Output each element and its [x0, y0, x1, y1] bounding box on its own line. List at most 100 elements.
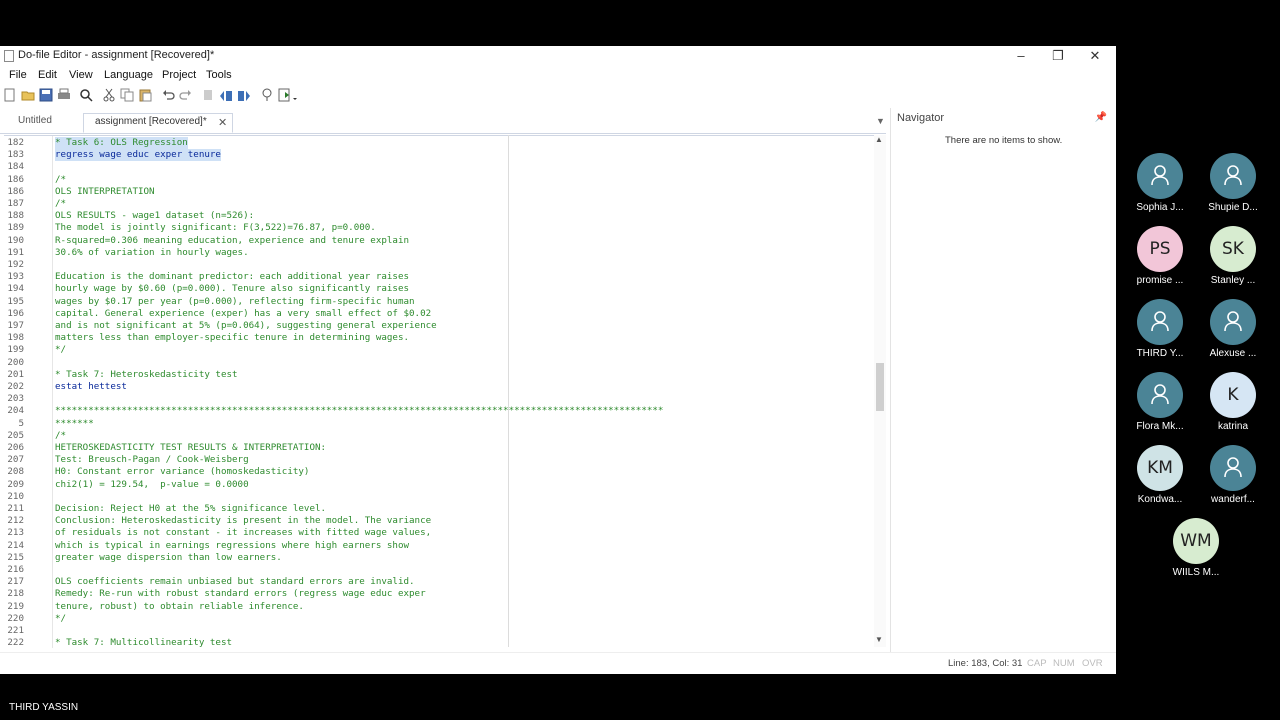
code-line[interactable]: 187 /*: [4, 198, 874, 210]
editor-vertical-scrollbar[interactable]: ▲ ▼: [874, 135, 886, 647]
participant-tile[interactable]: PS promise ...: [1125, 226, 1195, 292]
participant-tile[interactable]: Alexuse ...: [1198, 299, 1268, 365]
menu-project[interactable]: Project: [162, 69, 196, 81]
show-file-in-viewer-icon[interactable]: [260, 88, 276, 104]
code-text: hourly wage by $0.60 (p=0.000). Tenure a…: [55, 283, 410, 295]
cut-icon[interactable]: [102, 88, 118, 104]
code-line[interactable]: 197 and is not significant at 5% (p=0.064…: [4, 320, 874, 332]
paste-icon[interactable]: [138, 88, 154, 104]
code-line[interactable]: 215 greater wage dispersion than low earn…: [4, 552, 874, 564]
code-line[interactable]: 213 of residuals is not constant - it inc…: [4, 527, 874, 539]
copy-icon[interactable]: [120, 88, 136, 104]
code-line[interactable]: 206 HETEROSKEDASTICITY TEST RESULTS & INT…: [4, 442, 874, 454]
participant-tile[interactable]: THIRD Y...: [1125, 299, 1195, 365]
code-line[interactable]: 216: [4, 564, 874, 576]
tabs-dropdown-icon[interactable]: ▼: [876, 116, 885, 126]
menu-tools[interactable]: Tools: [206, 69, 232, 81]
tab-assignment[interactable]: assignment [Recovered]* ✕: [83, 113, 233, 133]
tab-assignment-label: assignment [Recovered]*: [95, 116, 207, 127]
find-icon[interactable]: [79, 88, 95, 104]
code-line[interactable]: 189 The model is jointly significant: F(3…: [4, 222, 874, 234]
code-line[interactable]: 183 regress wage educ exper tenure: [4, 149, 874, 162]
code-line[interactable]: 222 * Task 7: Multicollinearity test: [4, 637, 874, 648]
code-line[interactable]: 214 which is typical in earnings regressi…: [4, 540, 874, 552]
line-number: 206: [7, 442, 24, 453]
code-line[interactable]: 207 Test: Breusch-Pagan / Cook-Weisberg: [4, 454, 874, 466]
code-line[interactable]: 186 OLS INTERPRETATION: [4, 186, 874, 198]
execute-do-icon[interactable]: [278, 88, 297, 104]
code-line[interactable]: 218 Remedy: Re-run with robust standard e…: [4, 588, 874, 600]
minimize-button[interactable]: –: [1003, 46, 1039, 66]
scroll-thumb[interactable]: [876, 363, 884, 411]
participant-tile[interactable]: Shupie D...: [1198, 153, 1268, 219]
participant-tile[interactable]: Flora Mk...: [1125, 372, 1195, 438]
code-line[interactable]: 221: [4, 625, 874, 637]
code-line[interactable]: 186 /*: [4, 174, 874, 186]
code-line[interactable]: 193 Education is the dominant predictor: …: [4, 271, 874, 283]
menu-edit[interactable]: Edit: [38, 69, 57, 81]
undo-icon[interactable]: [161, 88, 177, 104]
code-line[interactable]: 195 wages by $0.17 per year (p=0.000), re…: [4, 296, 874, 308]
code-line[interactable]: 194 hourly wage by $0.60 (p=0.000). Tenur…: [4, 283, 874, 295]
code-line[interactable]: 192: [4, 259, 874, 271]
code-line[interactable]: 209 chi2(1) = 129.54, p-value = 0.0000: [4, 479, 874, 491]
code-line[interactable]: 196 capital. General experience (exper) h…: [4, 308, 874, 320]
code-text: capital. General experience (exper) has …: [55, 307, 432, 319]
restore-button[interactable]: ❐: [1040, 46, 1076, 66]
code-line[interactable]: 205 /*: [4, 430, 874, 442]
code-line[interactable]: 190 R-squared=0.306 meaning education, ex…: [4, 235, 874, 247]
code-line[interactable]: 182 * Task 6: OLS Regression: [4, 137, 874, 149]
new-file-icon[interactable]: [3, 88, 19, 104]
code-line[interactable]: 202 estat hettest: [4, 381, 874, 393]
code-line[interactable]: 217 OLS coefficients remain unbiased but …: [4, 576, 874, 588]
code-line[interactable]: 219 tenure, robust) to obtain reliable in…: [4, 601, 874, 613]
line-number: 202: [7, 381, 24, 392]
code-line[interactable]: 201 * Task 7: Heteroskedasticity test: [4, 369, 874, 381]
code-line[interactable]: 199 */: [4, 344, 874, 356]
toolbar: [0, 86, 1116, 106]
scroll-down-icon[interactable]: ▼: [875, 635, 883, 644]
code-line[interactable]: 188 OLS RESULTS - wage1 dataset (n=526):: [4, 210, 874, 222]
code-text: OLS coefficients remain unbiased but sta…: [55, 576, 415, 588]
code-line[interactable]: 203: [4, 393, 874, 405]
code-line[interactable]: 200: [4, 357, 874, 369]
code-line[interactable]: 208 H0: Constant error variance (homosked…: [4, 466, 874, 478]
code-line[interactable]: 198 matters less than employer-specific t…: [4, 332, 874, 344]
menu-file[interactable]: File: [9, 69, 27, 81]
code-line[interactable]: 191 30.6% of variation in hourly wages.: [4, 247, 874, 259]
close-button[interactable]: ✕: [1077, 46, 1113, 66]
next-bookmark-icon[interactable]: [237, 88, 253, 104]
code-editor[interactable]: 182 * Task 6: OLS Regression 183 regress wa…: [4, 135, 874, 648]
menu-language[interactable]: Language: [104, 69, 153, 81]
participant-tile[interactable]: Kkatrina: [1198, 372, 1268, 438]
menu-view[interactable]: View: [69, 69, 93, 81]
code-line[interactable]: 211 Decision: Reject H0 at the 5% signifi…: [4, 503, 874, 515]
code-line[interactable]: 210: [4, 491, 874, 503]
tab-close-icon[interactable]: ✕: [218, 115, 227, 131]
previous-bookmark-icon[interactable]: [219, 88, 235, 104]
code-line[interactable]: 220 */: [4, 613, 874, 625]
code-line[interactable]: 5 *******: [4, 418, 874, 430]
line-number: 192: [7, 259, 24, 270]
person-icon: [1151, 311, 1169, 332]
participant-name: Shupie D...: [1208, 202, 1258, 213]
tab-untitled[interactable]: Untitled: [18, 113, 78, 133]
code-text: HETEROSKEDASTICITY TEST RESULTS & INTERP…: [55, 442, 327, 453]
participant-tile[interactable]: KM Kondwa...: [1125, 445, 1195, 511]
participant-tile[interactable]: Sophia J...: [1125, 153, 1195, 219]
participant-tile[interactable]: wanderf...: [1198, 445, 1268, 511]
open-folder-icon[interactable]: [21, 88, 37, 104]
code-line[interactable]: 184: [4, 161, 874, 173]
print-icon[interactable]: [57, 88, 73, 104]
scroll-up-icon[interactable]: ▲: [875, 135, 883, 144]
redo-icon[interactable]: [179, 88, 195, 104]
participant-tile[interactable]: WM WIILS M...: [1161, 518, 1231, 584]
pin-icon[interactable]: 📌: [1095, 112, 1107, 123]
code-line[interactable]: 204 *************************************…: [4, 405, 874, 417]
line-number: 204: [7, 405, 24, 417]
participant-tile[interactable]: SK Stanley ...: [1198, 226, 1268, 292]
do-file-editor-window: Do-file Editor - assignment [Recovered]*…: [0, 46, 1116, 674]
save-icon[interactable]: [39, 88, 55, 104]
code-line[interactable]: 212 Conclusion: Heteroskedasticity is pre…: [4, 515, 874, 527]
bookmark-toggle-icon[interactable]: [201, 88, 217, 104]
